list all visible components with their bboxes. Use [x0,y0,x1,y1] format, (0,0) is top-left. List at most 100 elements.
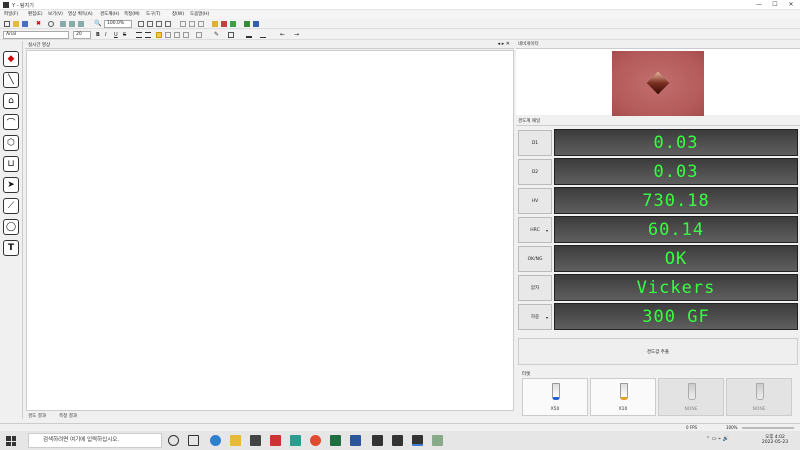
report-icon[interactable] [253,21,259,27]
menu-edit[interactable]: 편집(E) [28,11,43,17]
maximize-button[interactable]: ☐ [768,1,782,9]
actual-size-icon[interactable] [165,21,171,27]
excel-icon[interactable] [330,435,341,446]
menu-tools[interactable]: 도구(T) [146,11,161,17]
snapshot-icon[interactable] [69,21,75,27]
align-center-icon[interactable] [145,32,151,38]
edge-icon[interactable] [210,435,221,446]
lens-x50[interactable]: X50 [522,378,588,416]
value-hv: 730.18 [554,187,798,214]
label-hrc[interactable]: HRC ▾ [518,217,552,243]
indent-icon[interactable] [174,32,180,38]
file-explorer-icon[interactable] [230,435,241,446]
fps-readout: 0 FPS [686,425,698,430]
menu-measure[interactable]: 측정(M) [124,11,140,17]
zoom-field[interactable]: 100.0% [104,20,132,28]
task-view-icon[interactable] [188,435,199,446]
fill-icon[interactable] [228,32,234,38]
menu-help[interactable]: 도움말(H) [190,11,209,17]
menu-view[interactable]: 보기(V) [48,11,63,17]
line-tool-icon[interactable]: ╲ [3,72,19,88]
close-button[interactable]: ✕ [784,1,798,9]
taskbar-search-input[interactable]: 검색하려면 여기에 입력하십시오. [28,433,162,448]
circle-tool-icon[interactable]: ◯ [3,219,19,235]
hrc-dropdown-icon[interactable]: ▾ [546,228,548,233]
crosshair-icon[interactable] [189,21,195,27]
tray-icons[interactable]: ⌃ ▭ ⌁ 🔊 [706,436,742,446]
bold-icon[interactable]: B [96,32,102,38]
justify-icon[interactable] [165,32,171,38]
label-load[interactable]: 하중 ▾ [518,304,552,330]
new-icon[interactable] [4,21,10,27]
zoom-icon[interactable]: 🔍 [94,21,101,27]
lens-none-2[interactable]: NONE [726,378,792,416]
start-icon[interactable] [6,436,16,446]
align-right-icon[interactable] [156,32,162,38]
list-icon[interactable] [196,32,202,38]
menu-file[interactable]: 파일(F) [4,11,18,17]
hardness-panel-title: 경도계 패널 [516,118,800,126]
panel-nav-icon[interactable]: ◂ ▸ ✕ [498,41,510,47]
active-app-icon[interactable] [412,435,423,446]
delete-icon[interactable]: ✖ [36,21,42,27]
pen-icon[interactable]: ✎ [214,32,220,38]
minimize-button[interactable]: — [752,1,766,9]
basket-tool-icon[interactable]: ⊔ [3,156,19,172]
fit-icon[interactable] [156,21,162,27]
italic-icon[interactable]: I [105,32,111,38]
grid-icon[interactable] [180,21,186,27]
diamond-tool-icon[interactable]: ◆ [3,51,19,67]
record-icon[interactable] [78,21,84,27]
extract-hardness-button[interactable]: 경도값 추출 [518,338,798,365]
menu-acquire[interactable]: 영상 획득(A) [68,11,93,17]
export-icon[interactable] [244,21,250,27]
stage-icon[interactable] [221,21,227,27]
arrow-end-icon[interactable]: → [294,32,300,38]
curve-tool-icon[interactable]: ⌒ [3,114,19,130]
app-icon-1[interactable] [290,435,301,446]
clock[interactable]: 오후 4:02 2022-05-23 [760,434,790,445]
capture-icon[interactable] [60,21,66,27]
line-style-icon[interactable] [260,32,266,38]
zoom-out-icon[interactable] [147,21,153,27]
word-icon[interactable] [350,435,361,446]
store-icon[interactable] [270,435,281,446]
zoom-in-icon[interactable] [138,21,144,27]
tab-measure-result[interactable]: 측정 결과 [59,413,77,419]
home-tool-icon[interactable]: ⌂ [3,93,19,109]
load-dropdown-icon[interactable]: ▾ [546,315,548,320]
lens-none-1[interactable]: NONE [658,378,724,416]
light-icon[interactable] [212,21,218,27]
tab-hardness-result[interactable]: 경도 결과 [28,413,46,419]
ruler-icon[interactable] [198,21,204,27]
arrow-start-icon[interactable]: ← [280,32,286,38]
strike-icon[interactable]: S [123,32,129,38]
pointer-tool-icon[interactable]: ➤ [3,177,19,193]
chrome-icon[interactable] [310,435,321,446]
font-size-select[interactable]: 20 [73,31,91,39]
save-icon[interactable] [22,21,28,27]
outdent-icon[interactable] [183,32,189,38]
line-width-icon[interactable] [246,32,252,38]
app-icon-4[interactable] [432,435,443,446]
align-left-icon[interactable] [136,32,142,38]
text-tool-icon[interactable]: T [3,240,19,256]
app-icon-2[interactable] [372,435,383,446]
menu-hardness[interactable]: 경도계(H) [100,11,119,17]
app-icon-3[interactable] [392,435,403,446]
lens-x10[interactable]: X10 [590,378,656,416]
auto-icon[interactable] [230,21,236,27]
brush-tool-icon[interactable]: ⟋ [3,198,19,214]
settings-icon[interactable] [48,21,54,27]
polygon-tool-icon[interactable]: ⬡ [3,135,19,151]
zoom-slider[interactable] [742,427,794,429]
mail-icon[interactable] [250,435,261,446]
navigator-thumbnail[interactable] [612,51,704,116]
objective-none-icon [756,383,764,400]
cortana-icon[interactable] [168,435,179,446]
underline-icon[interactable]: U [114,32,120,38]
font-select[interactable]: Arial [3,31,69,39]
open-icon[interactable] [13,21,19,27]
live-view-canvas[interactable] [26,50,514,411]
menu-window[interactable]: 창(W) [172,11,184,17]
